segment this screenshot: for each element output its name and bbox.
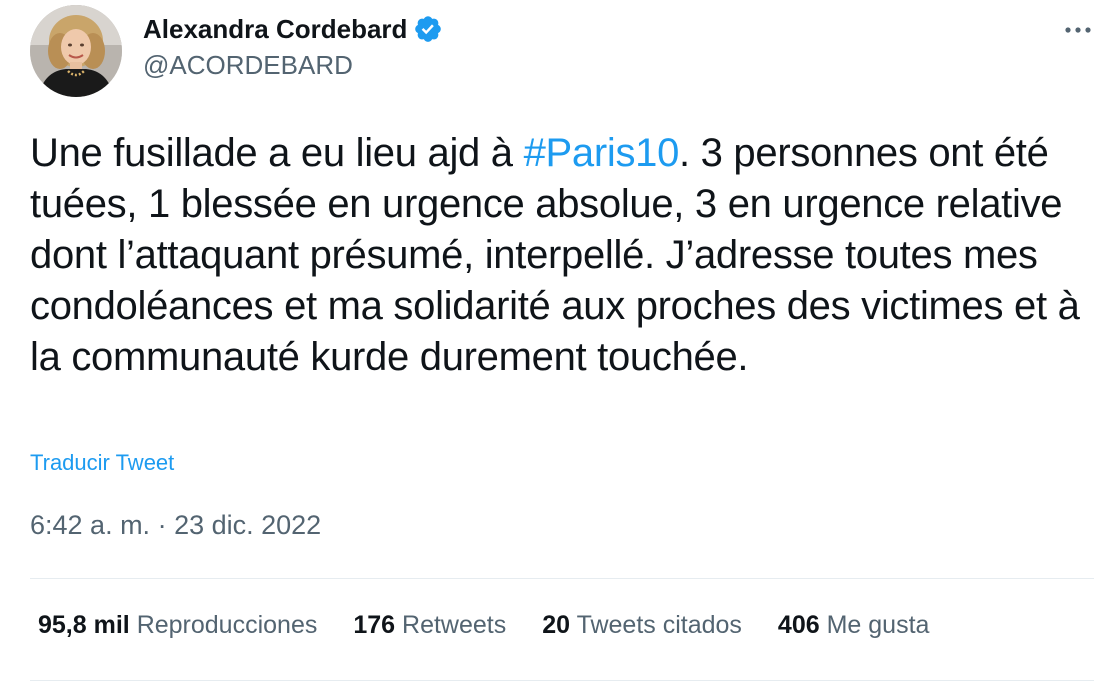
name-row: Alexandra Cordebard bbox=[143, 12, 443, 46]
display-name[interactable]: Alexandra Cordebard bbox=[143, 14, 407, 45]
likes-count: 406 bbox=[777, 611, 820, 639]
avatar[interactable] bbox=[30, 5, 122, 97]
avatar-photo bbox=[30, 5, 122, 97]
verified-badge-icon bbox=[413, 14, 443, 44]
tweet-date[interactable]: 23 dic. 2022 bbox=[174, 510, 321, 540]
quote-tweets-count: 20 bbox=[542, 611, 571, 639]
tweet-card: Alexandra Cordebard @ACORDEBARD Une fusi… bbox=[0, 0, 1120, 688]
tweet-text-part-1: Une fusillade a eu lieu ajd à bbox=[30, 131, 524, 175]
author-info: Alexandra Cordebard @ACORDEBARD bbox=[143, 12, 443, 81]
timestamp-row: 6:42 a. m. · 23 dic. 2022 bbox=[30, 510, 321, 541]
quote-tweets-label: Tweets citados bbox=[576, 611, 742, 639]
retweets-stat[interactable]: 176 Retweets bbox=[353, 611, 506, 640]
quote-tweets-stat[interactable]: 20 Tweets citados bbox=[542, 611, 742, 640]
user-handle[interactable]: @ACORDEBARD bbox=[143, 50, 443, 81]
tweet-text: Une fusillade a eu lieu ajd à #Paris10. … bbox=[30, 128, 1100, 383]
views-stat[interactable]: 95,8 mil Reproducciones bbox=[38, 611, 317, 640]
retweets-label: Retweets bbox=[402, 611, 507, 639]
views-label: Reproducciones bbox=[136, 611, 318, 639]
retweets-count: 176 bbox=[353, 611, 396, 639]
translate-tweet-link[interactable]: Traducir Tweet bbox=[30, 450, 174, 476]
tweet-time[interactable]: 6:42 a. m. bbox=[30, 510, 150, 540]
likes-stat[interactable]: 406 Me gusta bbox=[778, 611, 930, 640]
hashtag-link[interactable]: #Paris10 bbox=[524, 131, 680, 175]
timestamp-separator: · bbox=[150, 510, 175, 540]
more-options-icon[interactable] bbox=[1058, 14, 1098, 46]
likes-label: Me gusta bbox=[826, 611, 930, 639]
divider bbox=[30, 680, 1094, 681]
views-count: 95,8 mil bbox=[38, 611, 130, 639]
tweet-stats: 95,8 mil Reproducciones 176 Retweets 20 … bbox=[38, 611, 965, 640]
divider bbox=[30, 578, 1094, 579]
